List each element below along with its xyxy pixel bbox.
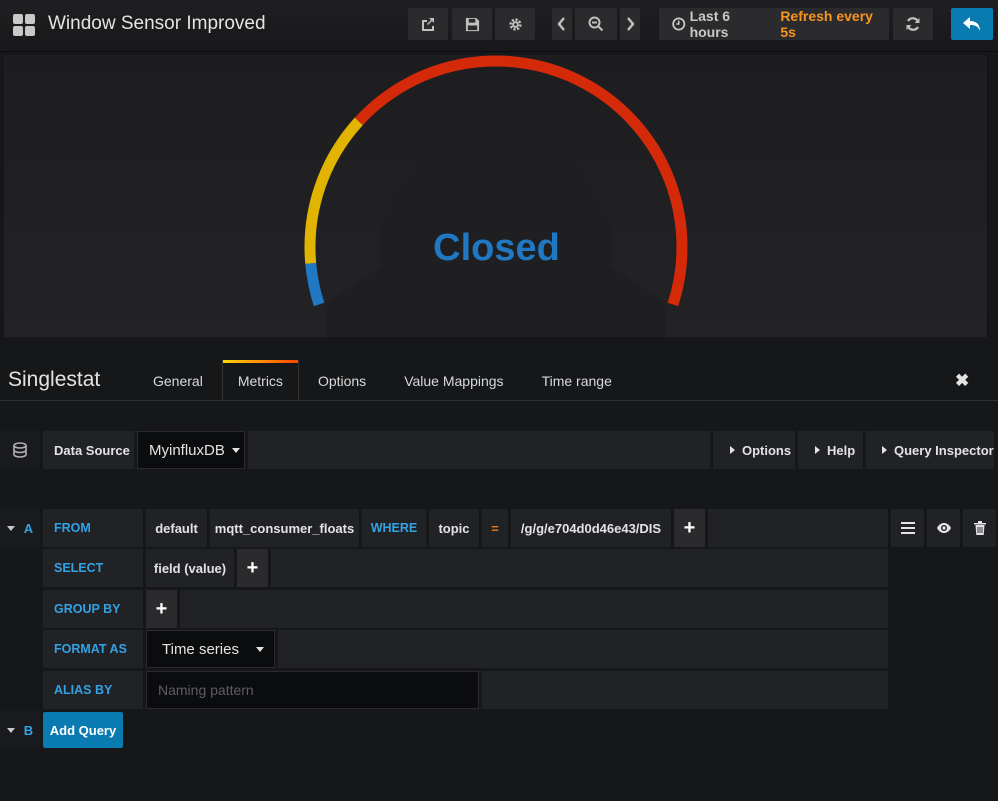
remove-query-button[interactable]: [963, 509, 996, 547]
alias-by-row: ALIAS BY: [43, 671, 888, 709]
clock-icon: [672, 17, 686, 31]
options-toggle-label: Options: [742, 442, 792, 458]
tab-time-range[interactable]: Time range: [523, 360, 631, 401]
add-where-button[interactable]: +: [674, 509, 705, 547]
toggle-query-visibility-button[interactable]: [927, 509, 960, 547]
editor-tabs: General Metrics Options Value Mappings T…: [134, 360, 631, 401]
where-label: WHERE: [362, 509, 426, 547]
query-menu-button[interactable]: [891, 509, 924, 547]
settings-button[interactable]: [495, 8, 535, 40]
group-by-row: GROUP BY +: [43, 590, 888, 628]
plus-icon: +: [683, 516, 696, 539]
help-toggle-button[interactable]: Help: [798, 431, 863, 469]
time-shift-forward-button[interactable]: [620, 8, 640, 40]
format-as-value: Time series: [162, 640, 239, 658]
add-group-by-button[interactable]: +: [146, 590, 177, 628]
query-inspector-label: Query Inspector: [894, 442, 994, 458]
group-by-row-spacer: [180, 590, 888, 628]
save-button[interactable]: [452, 8, 492, 40]
caret-right-icon: [815, 446, 820, 454]
chevron-down-icon: [256, 646, 264, 652]
zoom-out-icon: [588, 16, 604, 32]
select-label: SELECT: [43, 549, 143, 587]
select-row: SELECT field (value) +: [43, 549, 888, 587]
help-toggle-label: Help: [827, 442, 856, 458]
tab-value-mappings[interactable]: Value Mappings: [385, 360, 522, 401]
tag-value-segment[interactable]: /g/g/e704d0d46e43/DIS: [511, 509, 671, 547]
tag-key-segment[interactable]: topic: [429, 509, 479, 547]
chevron-right-icon: [627, 17, 635, 31]
retention-policy-segment[interactable]: default: [146, 509, 207, 547]
operator-segment[interactable]: =: [482, 509, 508, 547]
chevron-down-icon: [231, 447, 240, 453]
tab-metrics[interactable]: Metrics: [221, 360, 299, 401]
datasource-spacer: [248, 431, 710, 469]
format-as-row-spacer: [278, 630, 888, 668]
close-icon[interactable]: ✖: [955, 371, 969, 391]
alias-by-input[interactable]: [146, 671, 479, 709]
navbar: Window Sensor Improved Last 6 hours Refr…: [0, 0, 998, 52]
panel-type-title: Singlestat: [8, 368, 101, 391]
save-icon: [465, 17, 479, 31]
format-as-row: FORMAT AS Time series: [43, 630, 888, 668]
caret-down-icon: [6, 727, 15, 733]
query-b-letter: B: [23, 722, 34, 738]
from-label: FROM: [43, 509, 143, 547]
query-a-letter: A: [23, 520, 34, 536]
datasource-selected-value: MyinfluxDB: [149, 441, 225, 459]
share-button[interactable]: [408, 8, 448, 40]
select-field-segment[interactable]: field (value): [146, 549, 234, 587]
add-select-button[interactable]: +: [237, 549, 268, 587]
eye-icon: [936, 523, 951, 533]
alias-by-label: ALIAS BY: [43, 671, 143, 709]
plus-icon: +: [246, 556, 259, 579]
options-toggle-button[interactable]: Options: [713, 431, 795, 469]
format-as-label: FORMAT AS: [43, 630, 143, 668]
tabs-divider: [0, 400, 998, 401]
alias-by-row-spacer: [482, 671, 888, 709]
time-range-label: Last 6 hours: [689, 8, 731, 40]
trash-icon: [973, 521, 986, 535]
time-shift-back-button[interactable]: [552, 8, 572, 40]
chevron-left-icon: [557, 17, 565, 31]
grid-icon[interactable]: [13, 14, 35, 36]
database-icon: [0, 431, 40, 469]
datasource-select[interactable]: MyinfluxDB: [137, 431, 245, 469]
from-row: FROM default mqtt_consumer_floats WHERE …: [43, 509, 996, 547]
caret-down-icon: [6, 525, 15, 531]
hamburger-icon: [900, 522, 915, 534]
gear-icon: [508, 17, 522, 31]
refresh-icon: [906, 17, 920, 31]
time-picker-button[interactable]: Last 6 hours Refresh every 5s: [659, 8, 889, 40]
back-to-dashboard-button[interactable]: [951, 8, 993, 40]
datasource-label: Data Source: [43, 431, 134, 469]
singlestat-panel[interactable]: Closed: [4, 55, 989, 337]
measurement-segment[interactable]: mqtt_consumer_floats: [210, 509, 359, 547]
from-row-spacer: [708, 509, 888, 547]
query-inspector-button[interactable]: Query Inspector: [866, 431, 994, 469]
select-row-spacer: [271, 549, 888, 587]
group-by-label: GROUP BY: [43, 590, 143, 628]
gauge-value-text: Closed: [433, 227, 560, 269]
refresh-interval-label: Refresh every 5s: [780, 8, 873, 40]
zoom-out-button[interactable]: [575, 8, 617, 40]
caret-right-icon: [882, 446, 887, 454]
query-b-collapse-toggle[interactable]: B: [0, 711, 40, 749]
tab-options[interactable]: Options: [299, 360, 385, 401]
query-a-collapse-toggle[interactable]: A: [0, 509, 40, 547]
format-as-select[interactable]: Time series: [146, 630, 275, 668]
share-icon: [422, 18, 434, 31]
datasource-row: Data Source MyinfluxDB Options Help Quer…: [0, 431, 994, 469]
back-arrow-icon: [963, 17, 980, 31]
caret-right-icon: [730, 446, 735, 454]
add-query-button[interactable]: Add Query: [43, 712, 123, 748]
plus-icon: +: [155, 597, 168, 620]
refresh-button[interactable]: [893, 8, 933, 40]
tab-general[interactable]: General: [134, 360, 222, 401]
gauge: [304, 55, 688, 337]
dashboard-title[interactable]: Window Sensor Improved: [48, 13, 266, 35]
